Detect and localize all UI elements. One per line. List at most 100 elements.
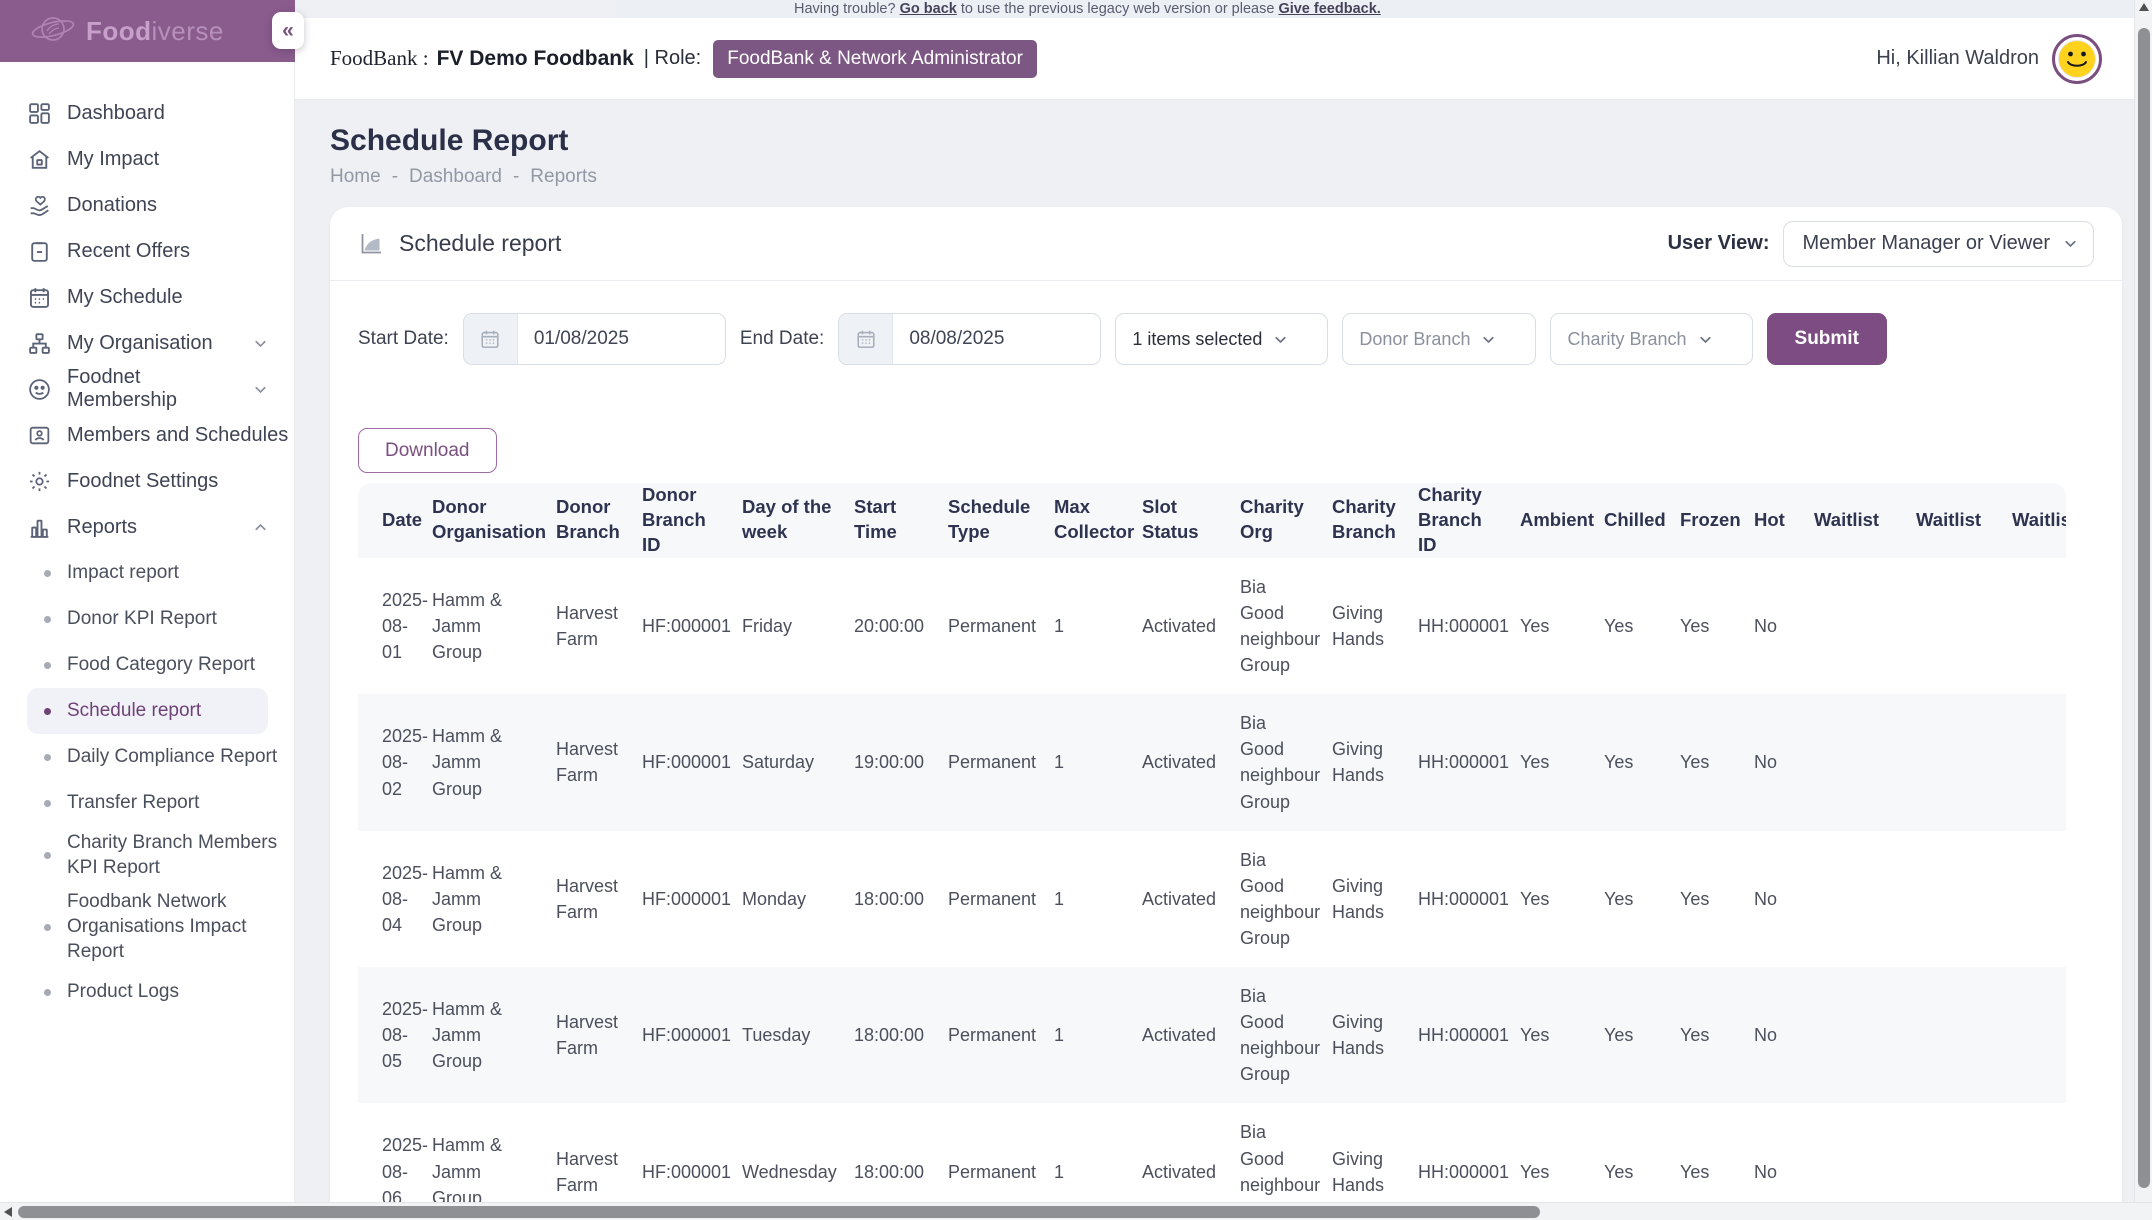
table-cell: HH:000001 bbox=[1408, 831, 1510, 967]
sidebar-item-members-and-schedules[interactable]: Members and Schedules bbox=[0, 412, 295, 458]
page-content: Schedule Report Home - Dashboard - Repor… bbox=[295, 100, 2152, 1220]
table-cell bbox=[2002, 967, 2066, 1103]
bullet-icon bbox=[44, 616, 51, 623]
foodbank-label: FoodBank : bbox=[330, 46, 429, 71]
start-date-value: 01/08/2025 bbox=[518, 314, 629, 364]
sidebar-subitem-daily-compliance-report[interactable]: Daily Compliance Report bbox=[0, 734, 295, 780]
table-cell: HF:000001 bbox=[632, 831, 732, 967]
banner-text-middle: to use the previous legacy web version o… bbox=[961, 1, 1275, 17]
sidebar-subitem-label: Product Logs bbox=[67, 980, 179, 1005]
card-header: Schedule report User View: Member Manage… bbox=[330, 207, 2122, 281]
schedule-table-container[interactable]: DateDonor OrganisationDonor BranchDonor … bbox=[358, 483, 2066, 1220]
breadcrumb-home[interactable]: Home bbox=[330, 166, 381, 188]
scroll-up-arrow-icon[interactable] bbox=[2139, 3, 2149, 11]
reports-icon bbox=[27, 515, 52, 540]
horizontal-scrollbar[interactable] bbox=[0, 1202, 2152, 1220]
download-button[interactable]: Download bbox=[358, 428, 497, 473]
sidebar-subitem-impact-report[interactable]: Impact report bbox=[0, 550, 295, 596]
table-cell: Bia Good neighbour Group bbox=[1230, 694, 1322, 830]
table-cell: 18:00:00 bbox=[844, 967, 938, 1103]
horizontal-scrollbar-thumb[interactable] bbox=[18, 1206, 1540, 1218]
foodiverse-logo[interactable]: Foodiverse bbox=[30, 9, 224, 54]
sidebar-collapse-button[interactable]: « bbox=[272, 12, 304, 49]
column-header-waitlist: Waitlist bbox=[1906, 483, 2002, 558]
table-cell: Hamm & Jamm Group bbox=[422, 967, 546, 1103]
sidebar-subitem-schedule-report[interactable]: Schedule report bbox=[27, 688, 268, 734]
recent-offers-icon bbox=[27, 239, 52, 264]
sidebar-subitem-charity-branch-members-kpi-report[interactable]: Charity Branch Members KPI Report bbox=[0, 826, 295, 885]
column-header-slot-status: Slot Status bbox=[1132, 483, 1230, 558]
breadcrumb-dashboard[interactable]: Dashboard bbox=[409, 166, 502, 188]
vertical-scrollbar-thumb[interactable] bbox=[2138, 28, 2150, 1188]
sidebar-subitem-product-logs[interactable]: Product Logs bbox=[0, 969, 295, 1015]
table-cell bbox=[1906, 831, 2002, 967]
sidebar-item-label: Donations bbox=[67, 194, 157, 217]
my-schedule-icon bbox=[27, 285, 52, 310]
sidebar-item-my-schedule[interactable]: My Schedule bbox=[0, 274, 295, 320]
table-cell bbox=[2002, 558, 2066, 694]
foodnet-settings-icon bbox=[27, 469, 52, 494]
table-cell: Permanent bbox=[938, 831, 1044, 967]
donations-icon bbox=[27, 193, 52, 218]
table-cell: 1 bbox=[1044, 831, 1132, 967]
table-cell: Permanent bbox=[938, 694, 1044, 830]
go-back-link[interactable]: Go back bbox=[900, 1, 957, 17]
start-date-label: Start Date: bbox=[358, 328, 449, 350]
sidebar-item-recent-offers[interactable]: Recent Offers bbox=[0, 228, 295, 274]
table-cell: Yes bbox=[1510, 967, 1594, 1103]
column-header-donor-organisation: Donor Organisation bbox=[422, 483, 546, 558]
scroll-left-arrow-icon[interactable] bbox=[4, 1207, 12, 1217]
sidebar-item-donations[interactable]: Donations bbox=[0, 182, 295, 228]
avatar[interactable] bbox=[2052, 34, 2102, 84]
table-cell bbox=[1906, 967, 2002, 1103]
calendar-icon[interactable] bbox=[464, 314, 518, 364]
bullet-icon bbox=[44, 570, 51, 577]
sidebar-item-foodnet-settings[interactable]: Foodnet Settings bbox=[0, 458, 295, 504]
sidebar-item-foodnet-membership[interactable]: Foodnet Membership bbox=[0, 366, 295, 412]
table-cell: Yes bbox=[1670, 831, 1744, 967]
foodnet-membership-icon bbox=[27, 377, 52, 402]
sidebar-item-my-impact[interactable]: My Impact bbox=[0, 136, 295, 182]
start-date-input[interactable]: 01/08/2025 bbox=[463, 313, 726, 365]
table-cell: Giving Hands bbox=[1322, 694, 1408, 830]
column-header-hot: Hot bbox=[1744, 483, 1804, 558]
legacy-banner: Having trouble? Go back to use the previ… bbox=[616, 0, 2152, 18]
sidebar-subitem-transfer-report[interactable]: Transfer Report bbox=[0, 780, 295, 826]
table-cell: Yes bbox=[1594, 694, 1670, 830]
table-cell: HF:000001 bbox=[632, 558, 732, 694]
table-cell: Giving Hands bbox=[1322, 967, 1408, 1103]
table-cell: Harvest Farm bbox=[546, 694, 632, 830]
sidebar-subitem-label: Donor KPI Report bbox=[67, 607, 217, 632]
charity-branch-dropdown[interactable]: Charity Branch bbox=[1550, 313, 1752, 365]
vertical-scrollbar[interactable] bbox=[2134, 0, 2152, 1202]
sidebar-item-my-organisation[interactable]: My Organisation bbox=[0, 320, 295, 366]
end-date-input[interactable]: 08/08/2025 bbox=[838, 313, 1101, 365]
donor-branch-dropdown[interactable]: Donor Branch bbox=[1342, 313, 1536, 365]
sidebar-subitem-food-category-report[interactable]: Food Category Report bbox=[0, 642, 295, 688]
table-cell: 1 bbox=[1044, 558, 1132, 694]
table-cell: No bbox=[1744, 694, 1804, 830]
calendar-icon[interactable] bbox=[839, 314, 893, 364]
sidebar-item-reports[interactable]: Reports bbox=[0, 504, 295, 550]
sidebar-subitem-label: Transfer Report bbox=[67, 791, 199, 816]
chevron-up-icon bbox=[252, 519, 269, 536]
table-cell: HH:000001 bbox=[1408, 558, 1510, 694]
sidebar-subitem-foodbank-network-organisations-impact-report[interactable]: Foodbank Network Organisations Impact Re… bbox=[0, 885, 295, 969]
table-cell: Activated bbox=[1132, 967, 1230, 1103]
sidebar-item-label: Dashboard bbox=[67, 102, 165, 125]
chevron-down-icon bbox=[252, 381, 269, 398]
sidebar-item-dashboard[interactable]: Dashboard bbox=[0, 90, 295, 136]
column-header-ambient: Ambient bbox=[1510, 483, 1594, 558]
column-header-max-collector: Max Collector bbox=[1044, 483, 1132, 558]
sidebar-subitem-label: Foodbank Network Organisations Impact Re… bbox=[67, 890, 281, 964]
table-cell: HF:000001 bbox=[632, 694, 732, 830]
sidebar-subitem-label: Daily Compliance Report bbox=[67, 745, 277, 770]
sidebar-item-label: Reports bbox=[67, 516, 137, 539]
sidebar-subitem-donor-kpi-report[interactable]: Donor KPI Report bbox=[0, 596, 295, 642]
give-feedback-link[interactable]: Give feedback. bbox=[1278, 1, 1380, 17]
my-impact-icon bbox=[27, 147, 52, 172]
submit-button[interactable]: Submit bbox=[1767, 313, 1887, 365]
table-cell: Yes bbox=[1510, 831, 1594, 967]
user-view-select[interactable]: Member Manager or Viewer bbox=[1783, 221, 2094, 267]
items-selected-dropdown[interactable]: 1 items selected bbox=[1115, 313, 1328, 365]
